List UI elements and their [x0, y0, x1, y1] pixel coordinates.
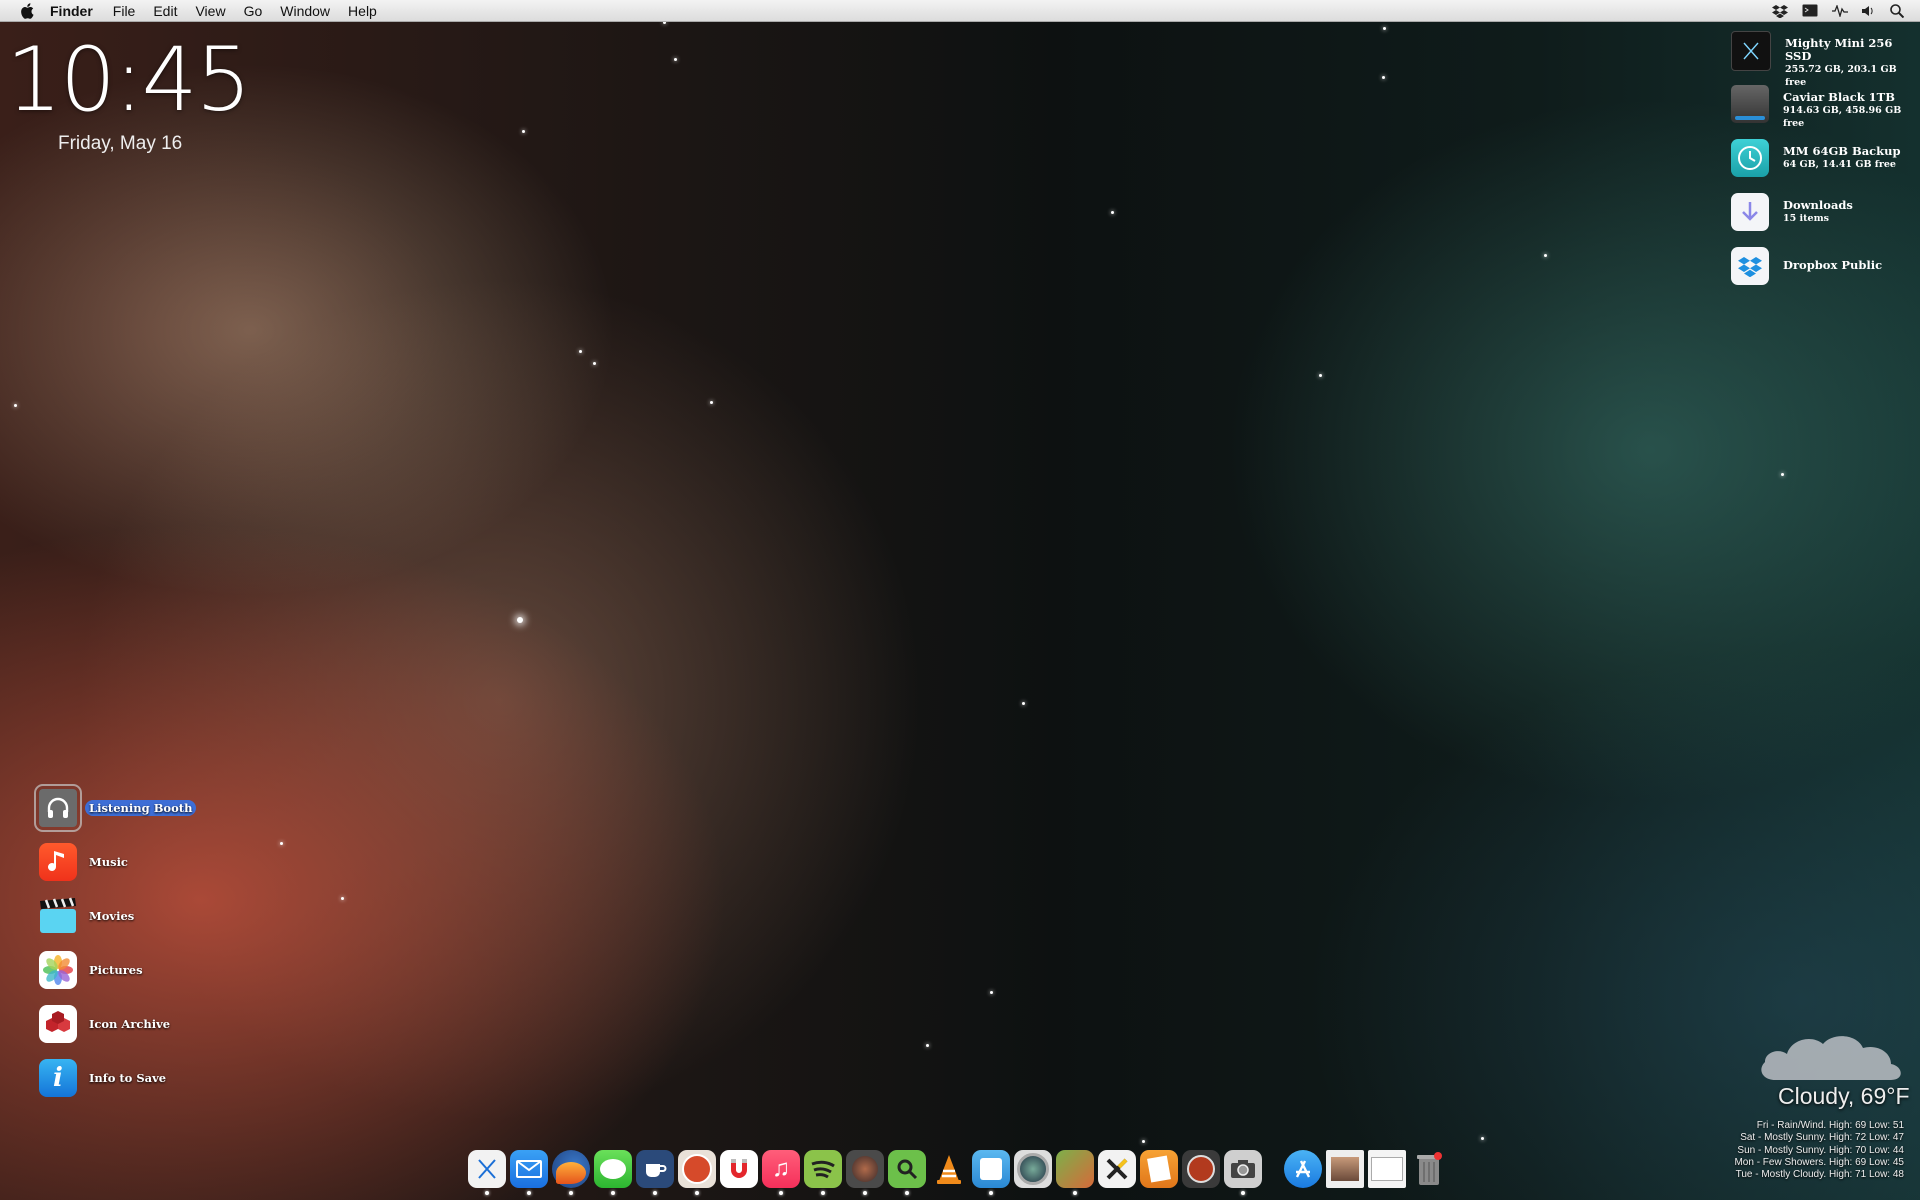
status-menus [1772, 0, 1904, 21]
item-label: Listening Booth [85, 800, 197, 816]
clapperboard-icon [39, 897, 77, 935]
desktop-item-info-to-save[interactable]: i Info to Save [39, 1059, 166, 1097]
spotify-icon[interactable] [804, 1150, 842, 1195]
menu-go[interactable]: Go [244, 3, 263, 19]
desktop-item-caviar-black[interactable]: Caviar Black 1TB 914.63 GB, 458.96 GB fre… [1731, 85, 1920, 130]
clock-date: Friday, May 16 [58, 133, 183, 154]
menu-help[interactable]: Help [348, 3, 377, 19]
weather-current: Cloudy, 69°F [1778, 1083, 1910, 1109]
terminal-status-icon[interactable] [1802, 4, 1818, 17]
item-label: Pictures [89, 963, 143, 977]
menu-file[interactable]: File [113, 3, 136, 19]
coffee-icon[interactable] [636, 1150, 674, 1195]
itunes-icon[interactable]: ♫ [762, 1150, 800, 1195]
drive-info: 914.63 GB, 458.96 GB free [1783, 105, 1902, 129]
forecast-line: Sun - Mostly Sunny. High: 70 Low: 44 [1737, 1144, 1904, 1156]
pages-icon[interactable] [1140, 1150, 1178, 1188]
trash-icon[interactable] [1410, 1150, 1448, 1188]
desktop-item-mighty-mini[interactable]: Mighty Mini 256 SSD 255.72 GB, 203.1 GB f… [1731, 31, 1920, 89]
desktop-item-downloads[interactable]: Downloads 15 items [1731, 193, 1853, 231]
screenshot-icon[interactable] [1224, 1150, 1262, 1195]
dock: ♫ [468, 1148, 1448, 1195]
mail-icon[interactable] [510, 1150, 548, 1195]
item-label: Info to Save [89, 1071, 167, 1085]
xcode-icon[interactable] [468, 1150, 506, 1195]
desktop-item-music[interactable]: Music [39, 843, 128, 881]
ssd-drive-icon [1731, 31, 1771, 71]
search-app-icon[interactable] [888, 1150, 926, 1195]
info-icon: i [39, 1059, 77, 1097]
stop-sign-icon[interactable] [678, 1150, 716, 1195]
photo-app-icon[interactable] [1056, 1150, 1094, 1195]
item-label: Movies [89, 909, 135, 923]
desktop-item-pictures[interactable]: Pictures [39, 951, 143, 989]
desktop-item-mm-backup[interactable]: MM 64GB Backup 64 GB, 14.41 GB free [1731, 139, 1901, 177]
drive-info: 64 GB, 14.41 GB free [1783, 159, 1896, 170]
magnet-icon[interactable] [720, 1150, 758, 1188]
firefox-icon[interactable] [552, 1150, 590, 1195]
dropbox-status-icon[interactable] [1772, 4, 1788, 18]
x-app-icon[interactable] [1098, 1150, 1136, 1188]
drive-name: Mighty Mini 256 SSD [1785, 36, 1893, 63]
activity-monitor-icon[interactable] [1832, 4, 1848, 17]
spotlight-search-icon[interactable] [1890, 3, 1904, 18]
item-label: Icon Archive [89, 1017, 171, 1031]
forecast-line: Tue - Mostly Cloudy. High: 71 Low: 48 [1735, 1169, 1904, 1181]
desktop-wallpaper [0, 0, 1920, 1200]
forecast-line: Sat - Mostly Sunny. High: 72 Low: 47 [1740, 1132, 1904, 1144]
app-store-icon[interactable] [1284, 1150, 1322, 1188]
recorder-icon[interactable] [1182, 1150, 1220, 1188]
forecast-line: Mon - Few Showers. High: 69 Low: 45 [1734, 1156, 1904, 1168]
vlc-icon[interactable] [930, 1150, 968, 1188]
drive-name: Dropbox Public [1783, 258, 1883, 272]
preview-icon[interactable] [1326, 1150, 1364, 1188]
messages-icon[interactable] [594, 1150, 632, 1195]
desktop-item-movies[interactable]: Movies [39, 897, 134, 935]
desktop-item-dropbox-public[interactable]: Dropbox Public [1731, 247, 1882, 285]
menu-view[interactable]: View [195, 3, 225, 19]
volume-icon[interactable] [1862, 5, 1876, 17]
downloads-folder-icon [1731, 193, 1769, 231]
desktop-item-listening-booth[interactable]: Listening Booth [34, 784, 197, 832]
cubes-icon [39, 1005, 77, 1043]
finder-window-icon[interactable] [1368, 1150, 1406, 1188]
menu-edit[interactable]: Edit [153, 3, 177, 19]
dashboard-icon[interactable] [972, 1150, 1010, 1195]
drive-name: Downloads [1783, 198, 1853, 212]
hard-drive-icon [1731, 85, 1769, 123]
drive-info: 15 items [1783, 213, 1829, 224]
music-note-icon [39, 843, 77, 881]
menu-bar: Finder File Edit View Go Window Help [0, 0, 1920, 22]
desktop-item-icon-archive[interactable]: Icon Archive [39, 1005, 170, 1043]
drive-name: Caviar Black 1TB [1783, 90, 1895, 104]
item-label: Music [89, 855, 128, 869]
dropbox-folder-icon [1731, 247, 1769, 285]
headphones-icon [34, 784, 82, 832]
cloud-icon [1755, 1025, 1915, 1085]
forecast-line: Fri - Rain/Wind. High: 69 Low: 51 [1756, 1120, 1904, 1131]
audio-hijack-icon[interactable] [846, 1150, 884, 1195]
camera-lens-icon[interactable] [1014, 1150, 1052, 1188]
menu-window[interactable]: Window [280, 3, 330, 19]
drive-name: MM 64GB Backup [1783, 144, 1901, 158]
menu-app-finder[interactable]: Finder [50, 3, 93, 19]
photos-flower-icon [39, 951, 77, 989]
clock-time: 10:45 [6, 28, 252, 131]
weather-forecast: Fri - Rain/Wind. High: 69 Low: 51 Sat - … [1734, 1120, 1904, 1181]
apple-menu-icon[interactable] [18, 2, 36, 20]
time-machine-icon [1731, 139, 1769, 177]
